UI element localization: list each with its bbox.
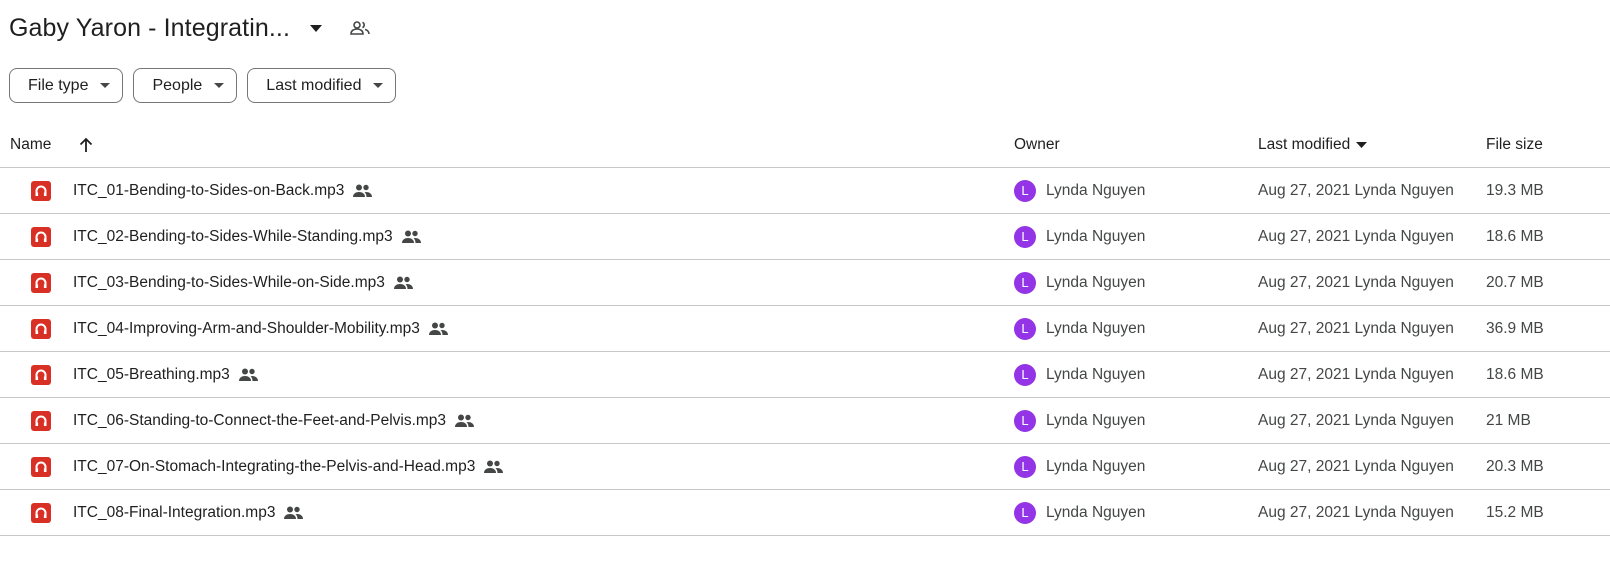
audio-file-icon: [31, 272, 51, 293]
avatar: L: [1014, 317, 1036, 340]
drive-folder-view: Gaby Yaron - Integratin... File type Peo…: [0, 0, 1610, 569]
last-modified: Aug 27, 2021 Lynda Nguyen: [1258, 227, 1454, 245]
table-row[interactable]: ITC_02-Bending-to-Sides-While-Standing.m…: [0, 214, 1610, 260]
table-row[interactable]: ITC_04-Improving-Arm-and-Shoulder-Mobili…: [0, 306, 1610, 352]
file-name[interactable]: ITC_01-Bending-to-Sides-on-Back.mp3: [73, 182, 344, 200]
owner-name: Lynda Nguyen: [1046, 457, 1146, 475]
last-modified: Aug 27, 2021 Lynda Nguyen: [1258, 319, 1454, 337]
chevron-down-icon: [373, 83, 384, 88]
last-modified: Aug 27, 2021 Lynda Nguyen: [1258, 503, 1454, 521]
avatar: L: [1014, 455, 1036, 478]
shared-people-icon[interactable]: [348, 16, 372, 40]
owner-name: Lynda Nguyen: [1046, 411, 1146, 429]
chevron-down-icon: [1356, 141, 1368, 148]
table-row[interactable]: ITC_07-On-Stomach-Integrating-the-Pelvis…: [0, 444, 1610, 490]
chevron-down-icon: [100, 83, 111, 88]
avatar: L: [1014, 225, 1036, 248]
last-modified: Aug 27, 2021 Lynda Nguyen: [1258, 457, 1454, 475]
audio-file-icon: [31, 226, 51, 247]
file-name[interactable]: ITC_08-Final-Integration.mp3: [73, 504, 275, 522]
shared-people-icon: [284, 506, 304, 519]
avatar: L: [1014, 271, 1036, 294]
column-header-file-size[interactable]: File size: [1486, 122, 1543, 167]
folder-title[interactable]: Gaby Yaron - Integratin...: [9, 14, 290, 43]
shared-people-icon: [428, 322, 448, 335]
file-size: 18.6 MB: [1486, 227, 1544, 245]
file-name[interactable]: ITC_07-On-Stomach-Integrating-the-Pelvis…: [73, 458, 475, 476]
owner-name: Lynda Nguyen: [1046, 365, 1146, 383]
table-row[interactable]: ITC_05-Breathing.mp3 L Lynda Nguyen Aug …: [0, 352, 1610, 398]
audio-file-icon: [31, 456, 51, 477]
file-size: 36.9 MB: [1486, 319, 1544, 337]
file-rows: ITC_01-Bending-to-Sides-on-Back.mp3 L Ly…: [0, 168, 1610, 536]
column-header-name[interactable]: Name: [10, 122, 51, 167]
file-name[interactable]: ITC_05-Breathing.mp3: [73, 366, 230, 384]
shared-people-icon: [238, 368, 258, 381]
audio-file-icon: [31, 502, 51, 523]
audio-file-icon: [31, 364, 51, 385]
file-name[interactable]: ITC_03-Bending-to-Sides-While-on-Side.mp…: [73, 274, 385, 292]
filter-label: Last modified: [266, 76, 362, 94]
filter-label: File type: [28, 76, 89, 94]
shared-people-icon: [484, 460, 504, 473]
folder-menu-caret-icon[interactable]: [304, 16, 328, 40]
file-name[interactable]: ITC_06-Standing-to-Connect-the-Feet-and-…: [73, 412, 446, 430]
table-row[interactable]: ITC_03-Bending-to-Sides-While-on-Side.mp…: [0, 260, 1610, 306]
filter-last-modified[interactable]: Last modified: [247, 68, 397, 103]
avatar: L: [1014, 409, 1036, 432]
file-size: 20.7 MB: [1486, 273, 1544, 291]
filter-people[interactable]: People: [133, 68, 238, 103]
chevron-down-icon: [214, 83, 225, 88]
last-modified: Aug 27, 2021 Lynda Nguyen: [1258, 181, 1454, 199]
avatar: L: [1014, 363, 1036, 386]
file-list-header: Name Owner Last modified File size: [0, 122, 1610, 168]
file-size: 19.3 MB: [1486, 181, 1544, 199]
shared-people-icon: [353, 184, 373, 197]
file-list: Name Owner Last modified File size ITC_0…: [0, 122, 1610, 536]
avatar: L: [1014, 179, 1036, 202]
shared-people-icon: [393, 276, 413, 289]
audio-file-icon: [31, 410, 51, 431]
file-name[interactable]: ITC_04-Improving-Arm-and-Shoulder-Mobili…: [73, 320, 420, 338]
last-modified: Aug 27, 2021 Lynda Nguyen: [1258, 411, 1454, 429]
column-header-owner[interactable]: Owner: [1014, 122, 1060, 167]
column-header-last-modified[interactable]: Last modified: [1258, 122, 1368, 167]
column-header-label: Last modified: [1258, 135, 1351, 153]
shared-people-icon: [401, 230, 421, 243]
filter-label: People: [152, 76, 203, 94]
file-size: 21 MB: [1486, 411, 1531, 429]
last-modified: Aug 27, 2021 Lynda Nguyen: [1258, 365, 1454, 383]
avatar: L: [1014, 501, 1036, 524]
file-size: 18.6 MB: [1486, 365, 1544, 383]
folder-header: Gaby Yaron - Integratin...: [9, 8, 372, 48]
table-row[interactable]: ITC_01-Bending-to-Sides-on-Back.mp3 L Ly…: [0, 168, 1610, 214]
filter-file-type[interactable]: File type: [9, 68, 124, 103]
file-size: 20.3 MB: [1486, 457, 1544, 475]
owner-name: Lynda Nguyen: [1046, 503, 1146, 521]
audio-file-icon: [31, 318, 51, 339]
table-row[interactable]: ITC_08-Final-Integration.mp3 L Lynda Ngu…: [0, 490, 1610, 536]
table-row[interactable]: ITC_06-Standing-to-Connect-the-Feet-and-…: [0, 398, 1610, 444]
audio-file-icon: [31, 180, 51, 201]
owner-name: Lynda Nguyen: [1046, 273, 1146, 291]
arrow-up-icon[interactable]: [76, 122, 96, 167]
shared-people-icon: [455, 414, 475, 427]
owner-name: Lynda Nguyen: [1046, 227, 1146, 245]
file-size: 15.2 MB: [1486, 503, 1544, 521]
last-modified: Aug 27, 2021 Lynda Nguyen: [1258, 273, 1454, 291]
file-name[interactable]: ITC_02-Bending-to-Sides-While-Standing.m…: [73, 228, 393, 246]
filter-bar: File type People Last modified: [9, 68, 397, 103]
owner-name: Lynda Nguyen: [1046, 319, 1146, 337]
owner-name: Lynda Nguyen: [1046, 181, 1146, 199]
